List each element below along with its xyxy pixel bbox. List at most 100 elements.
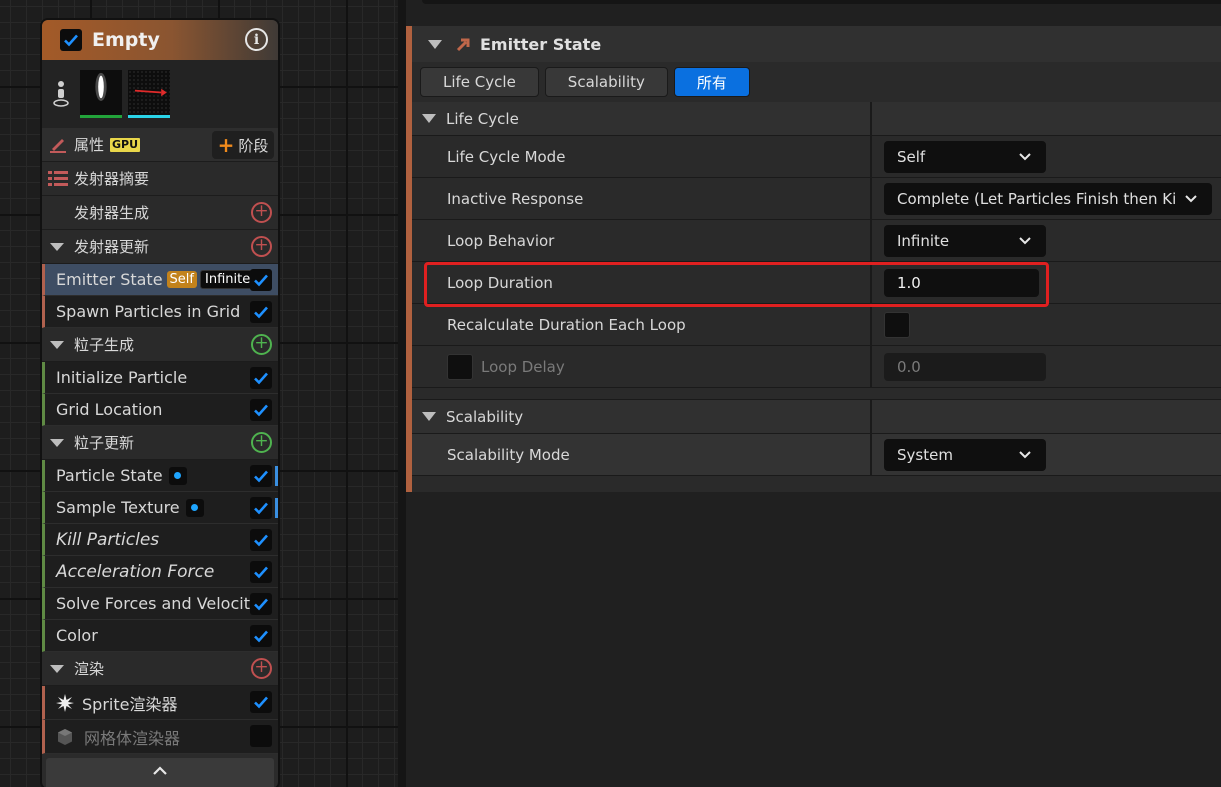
module-enable-checkbox[interactable] (250, 399, 272, 421)
emitter-update-section[interactable]: 发射器更新 + (42, 230, 278, 264)
emitter-enable-checkbox[interactable] (60, 29, 82, 51)
collapse-triangle-icon[interactable] (422, 114, 436, 123)
module-enable-checkbox[interactable] (250, 625, 272, 647)
check-icon (254, 404, 268, 417)
person-icon[interactable] (52, 80, 70, 108)
collapse-triangle-icon[interactable] (428, 39, 442, 49)
info-icon[interactable]: i (245, 28, 268, 51)
add-renderer-icon[interactable]: + (251, 658, 272, 679)
module-emitter-state[interactable]: Emitter State Self Infinite (42, 264, 278, 296)
loop-delay-enable-checkbox[interactable] (447, 353, 473, 380)
plus-icon: + (217, 133, 235, 157)
tab-all[interactable]: 所有 (673, 67, 750, 97)
mesh-thumbnail[interactable] (128, 70, 170, 118)
module-grid-location[interactable]: Grid Location (42, 394, 278, 426)
scalability-mode-dropdown[interactable]: System (884, 438, 1046, 471)
dropdown-value: Complete (Let Particles Finish then Kill (897, 189, 1177, 208)
module-enable-checkbox[interactable] (250, 561, 272, 583)
dot-badge-icon (168, 466, 187, 485)
renderer-mesh[interactable]: 网格体渲染器 (42, 720, 278, 754)
add-emitter-update-module-icon[interactable]: + (251, 236, 272, 257)
emitter-summary-label: 发射器摘要 (74, 170, 150, 188)
renderer-enable-checkbox[interactable] (250, 691, 272, 713)
module-enable-checkbox[interactable] (250, 529, 272, 551)
emitter-summary-row[interactable]: 发射器摘要 (42, 162, 278, 196)
add-particle-update-module-icon[interactable]: + (251, 432, 272, 453)
particle-update-section[interactable]: 粒子更新 + (42, 426, 278, 460)
module-label: Kill Particles (56, 529, 160, 550)
renderer-enable-checkbox[interactable] (250, 725, 272, 747)
property-label: Loop Behavior (447, 231, 555, 250)
tab-scalability[interactable]: Scalability (544, 67, 668, 97)
properties-row[interactable]: 属性 GPU + 阶段 (42, 128, 278, 162)
collapse-triangle-icon[interactable] (50, 438, 64, 447)
property-label: Recalculate Duration Each Loop (447, 315, 686, 334)
module-arrow-icon (456, 38, 470, 52)
group-label: Scalability (446, 407, 524, 426)
group-life-cycle[interactable]: Life Cycle (412, 102, 1221, 136)
emitter-state-header[interactable]: Emitter State (412, 26, 1221, 62)
add-particle-spawn-module-icon[interactable]: + (251, 334, 272, 355)
module-color[interactable]: Color (42, 620, 278, 652)
check-icon (254, 274, 268, 287)
group-scalability[interactable]: Scalability (412, 400, 1221, 434)
module-enable-checkbox[interactable] (250, 465, 272, 487)
collapse-triangle-icon[interactable] (50, 664, 64, 673)
emitter-update-label: 发射器更新 (74, 238, 150, 256)
inactive-response-dropdown[interactable]: Complete (Let Particles Finish then Kill (884, 182, 1212, 215)
row-life-cycle-mode: Life Cycle Mode Self (412, 136, 1221, 178)
tab-life-cycle[interactable]: Life Cycle (420, 67, 539, 97)
arrow-icon (134, 88, 167, 97)
self-badge: Self (166, 271, 197, 288)
emitter-node[interactable]: Empty i 属性 GPU + 阶段 发射器摘要 发射器生成 + 发射器更新 … (40, 18, 280, 787)
card-title: Emitter State (480, 34, 602, 54)
module-enable-checkbox[interactable] (250, 497, 272, 519)
add-emitter-spawn-module-icon[interactable]: + (251, 202, 272, 223)
chevron-up-icon (153, 766, 167, 775)
pencil-icon (50, 138, 66, 153)
module-label: Emitter State (56, 270, 163, 289)
graph-canvas[interactable]: Empty i 属性 GPU + 阶段 发射器摘要 发射器生成 + 发射器更新 … (0, 0, 398, 787)
loop-behavior-dropdown[interactable]: Infinite (884, 224, 1046, 257)
row-loop-delay: Loop Delay 0.0 (412, 346, 1221, 388)
life-cycle-mode-dropdown[interactable]: Self (884, 140, 1046, 173)
renderer-label: 网格体渲染器 (84, 728, 181, 748)
render-section[interactable]: 渲染 + (42, 652, 278, 686)
panel-top-bar (422, 0, 1221, 4)
check-icon (254, 630, 268, 643)
render-label: 渲染 (74, 660, 105, 678)
module-solve-forces[interactable]: Solve Forces and Velocity (42, 588, 278, 620)
module-enable-checkbox[interactable] (250, 593, 272, 615)
loop-duration-input[interactable]: 1.0 (884, 268, 1039, 297)
add-stage-button[interactable]: + 阶段 (212, 131, 274, 159)
renderer-sprite[interactable]: Sprite渲染器 (42, 686, 278, 720)
collapse-triangle-icon[interactable] (422, 412, 436, 421)
node-header[interactable]: Empty i (42, 20, 278, 60)
collapse-triangle-icon[interactable] (50, 340, 64, 349)
module-enable-checkbox[interactable] (250, 269, 272, 291)
row-scalability-mode: Scalability Mode System (412, 434, 1221, 476)
panel-splitter[interactable] (398, 0, 406, 787)
sprite-thumbnail[interactable] (80, 70, 122, 118)
module-spawn-particles-grid[interactable]: Spawn Particles in Grid (42, 296, 278, 328)
spacer (412, 388, 1221, 400)
module-initialize-particle[interactable]: Initialize Particle (42, 362, 278, 394)
collapse-node-button[interactable] (46, 758, 274, 787)
dropdown-value: Infinite (897, 231, 950, 250)
particle-spawn-section[interactable]: 粒子生成 + (42, 328, 278, 362)
module-sample-texture[interactable]: Sample Texture (42, 492, 278, 524)
module-particle-state[interactable]: Particle State (42, 460, 278, 492)
collapse-triangle-icon[interactable] (50, 242, 64, 251)
infinite-badge: Infinite (200, 270, 256, 289)
check-icon (254, 372, 268, 385)
module-acceleration-force[interactable]: Acceleration Force (42, 556, 278, 588)
module-enable-checkbox[interactable] (250, 367, 272, 389)
loop-delay-input[interactable]: 0.0 (884, 352, 1046, 381)
check-icon (254, 470, 268, 483)
module-enable-checkbox[interactable] (250, 301, 272, 323)
module-kill-particles[interactable]: Kill Particles (42, 524, 278, 556)
recalculate-duration-checkbox[interactable] (884, 311, 910, 338)
check-icon (254, 696, 268, 709)
row-loop-behavior: Loop Behavior Infinite (412, 220, 1221, 262)
emitter-spawn-row[interactable]: 发射器生成 + (42, 196, 278, 230)
